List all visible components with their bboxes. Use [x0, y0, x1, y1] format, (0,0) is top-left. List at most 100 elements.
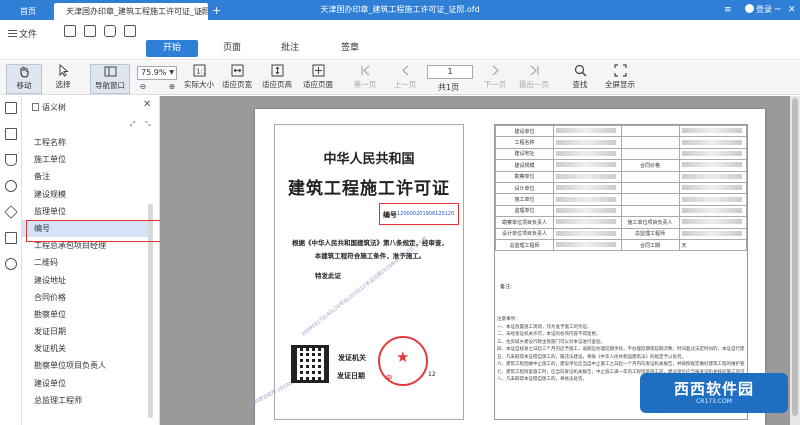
- redacted-value: [556, 196, 616, 202]
- tree-item[interactable]: 勘察单位: [22, 306, 150, 323]
- next-page-button[interactable]: 下一页: [480, 64, 510, 90]
- tree-item[interactable]: 勘察单位项目负责人: [22, 357, 150, 374]
- search-icon: [574, 64, 587, 77]
- redacted-value: [681, 230, 742, 236]
- close-icon[interactable]: ×: [197, 3, 204, 20]
- tab-home[interactable]: 首页: [6, 3, 50, 20]
- prev-page-button[interactable]: 上一页: [390, 64, 420, 90]
- expand-all-icon[interactable]: ⤢: [130, 120, 136, 129]
- issue-day: 12: [428, 371, 436, 378]
- table-row: 工程名称: [495, 136, 747, 149]
- tab-document-label: 天津国办印章_建筑工程施工许可证_证照.ofd: [66, 7, 208, 16]
- chevron-down-icon: ▼: [169, 69, 174, 76]
- redacted-value: [556, 185, 616, 191]
- zoom-in-icon[interactable]: ⊕: [165, 82, 179, 92]
- move-tool[interactable]: 移动: [6, 64, 42, 94]
- fit-page-button[interactable]: 适应页面: [300, 64, 336, 90]
- table-value-cell: [678, 124, 747, 138]
- table-label-cell: [620, 124, 680, 138]
- zoom-select[interactable]: 75.9% ▼: [137, 66, 177, 80]
- new-doc-icon[interactable]: [124, 25, 136, 37]
- tree-item[interactable]: 发证机关: [22, 340, 150, 357]
- annotation-list-icon[interactable]: [5, 232, 17, 244]
- first-page-icon: [359, 64, 372, 77]
- table-row: 总监理工程师 合同工期天: [495, 238, 747, 252]
- open-icon[interactable]: [64, 25, 76, 37]
- note-line: 四、本证自核发之日起三个月内应予施工，逾期应办理延期手续，不办理延期或延期次数、…: [497, 347, 745, 352]
- redacted-value: [556, 139, 616, 145]
- tab-page[interactable]: 页面: [214, 40, 250, 57]
- tab-document[interactable]: 天津国办印章_建筑工程施工许可证_证照.ofd ×: [54, 3, 208, 20]
- fit-height-label: 适应页高: [262, 80, 292, 89]
- table-value-cell: [678, 216, 747, 229]
- attachment-icon[interactable]: [5, 258, 17, 270]
- bookmark-icon[interactable]: [5, 154, 17, 166]
- save-icon[interactable]: [84, 25, 96, 37]
- print-icon[interactable]: [104, 25, 116, 37]
- info-table: 建设单位 工程名称 建设地址 建设规模 合同价格 勘察单位 设计单位 施工单位 监理单位 勘察单位…: [495, 124, 747, 252]
- table-row: 监理单位: [495, 204, 747, 218]
- tab-signature[interactable]: 签章: [332, 40, 368, 57]
- last-page-icon: [528, 64, 541, 77]
- tree-item[interactable]: 施工单位: [22, 151, 150, 168]
- close-panel-icon[interactable]: ✕: [143, 99, 151, 110]
- login-button[interactable]: 登录: [745, 0, 772, 20]
- table-label-cell: [620, 181, 680, 195]
- tree-item[interactable]: 二维码: [22, 254, 150, 271]
- table-row: 建设规模 合同价格: [495, 159, 747, 172]
- fit-width-button[interactable]: 适应页宽: [220, 64, 254, 90]
- tree-item[interactable]: 发证日期: [22, 323, 150, 340]
- tab-annotation[interactable]: 批注: [272, 40, 308, 57]
- search-label: 查找: [572, 80, 588, 89]
- fullscreen-button[interactable]: 全屏显示: [602, 64, 638, 90]
- tree-item[interactable]: 合同价格: [22, 289, 150, 306]
- qr-code[interactable]: [291, 345, 329, 383]
- table-value-cell: [553, 216, 622, 229]
- table-value-cell: [553, 238, 622, 252]
- fit-height-button[interactable]: 适应页高: [260, 64, 294, 90]
- tab-start[interactable]: 开始: [146, 40, 198, 57]
- actual-size-button[interactable]: 1:1 实际大小: [182, 64, 216, 90]
- tree-item[interactable]: 工程名称: [22, 134, 150, 151]
- tree-item[interactable]: 备注: [22, 168, 150, 185]
- table-value-cell: [553, 147, 622, 161]
- menu-icon[interactable]: ≡: [724, 0, 732, 20]
- page-number-input[interactable]: 1: [427, 65, 473, 79]
- tree-title-label: 语义树: [42, 103, 66, 112]
- tree-item[interactable]: 建设单位: [22, 375, 150, 392]
- structure-icon[interactable]: [5, 180, 17, 192]
- tree-item[interactable]: 监理单位: [22, 203, 150, 220]
- body-line-1: 根据《中华人民共和国建筑法》第八条规定，经审查，: [292, 239, 448, 247]
- scrollbar-thumb[interactable]: [792, 98, 798, 416]
- redacted-value: [556, 219, 616, 225]
- select-tool[interactable]: 选择: [48, 63, 78, 90]
- fit-page-label: 适应页面: [303, 80, 333, 89]
- collapse-all-icon[interactable]: ⤡: [145, 120, 151, 129]
- redacted-value: [681, 219, 742, 225]
- redacted-value: [556, 128, 616, 134]
- first-page-button[interactable]: 第一页: [350, 64, 380, 90]
- last-page-button[interactable]: 最后一页: [516, 64, 552, 90]
- semantic-tree-icon[interactable]: [5, 102, 17, 114]
- tree-item[interactable]: 总监理工程师: [22, 392, 150, 409]
- thumbnail-icon[interactable]: [5, 128, 17, 140]
- zoom-out-icon[interactable]: ⊖: [136, 82, 150, 92]
- tree-list: 工程名称 施工单位 备注 建设规模 监理单位 编号 工程总承包项目经理 二维码 建设地址 合同价格…: [22, 134, 150, 409]
- table-label-cell: 勘察单位: [495, 170, 554, 183]
- table-value-cell: [678, 227, 747, 240]
- document-scrollbar[interactable]: [790, 96, 800, 425]
- nav-window-label: 导航窗口: [95, 81, 125, 90]
- note-line: 一、本证放置施工现场，作为准予施工的凭证。: [497, 324, 592, 330]
- table-value-cell: [553, 136, 622, 149]
- close-button[interactable]: ✕: [788, 0, 796, 20]
- move-label: 移动: [16, 81, 32, 90]
- seal-text: 中: [386, 375, 393, 382]
- tree-item[interactable]: 建设规模: [22, 186, 150, 203]
- file-menu[interactable]: 文件: [8, 27, 37, 40]
- minimize-button[interactable]: ─: [775, 0, 780, 20]
- nav-window-button[interactable]: 导航窗口: [90, 64, 130, 94]
- search-button[interactable]: 查找: [566, 64, 594, 90]
- fit-width-icon: [231, 64, 244, 77]
- redacted-value: [556, 230, 616, 236]
- tree-item[interactable]: 建设地址: [22, 272, 150, 289]
